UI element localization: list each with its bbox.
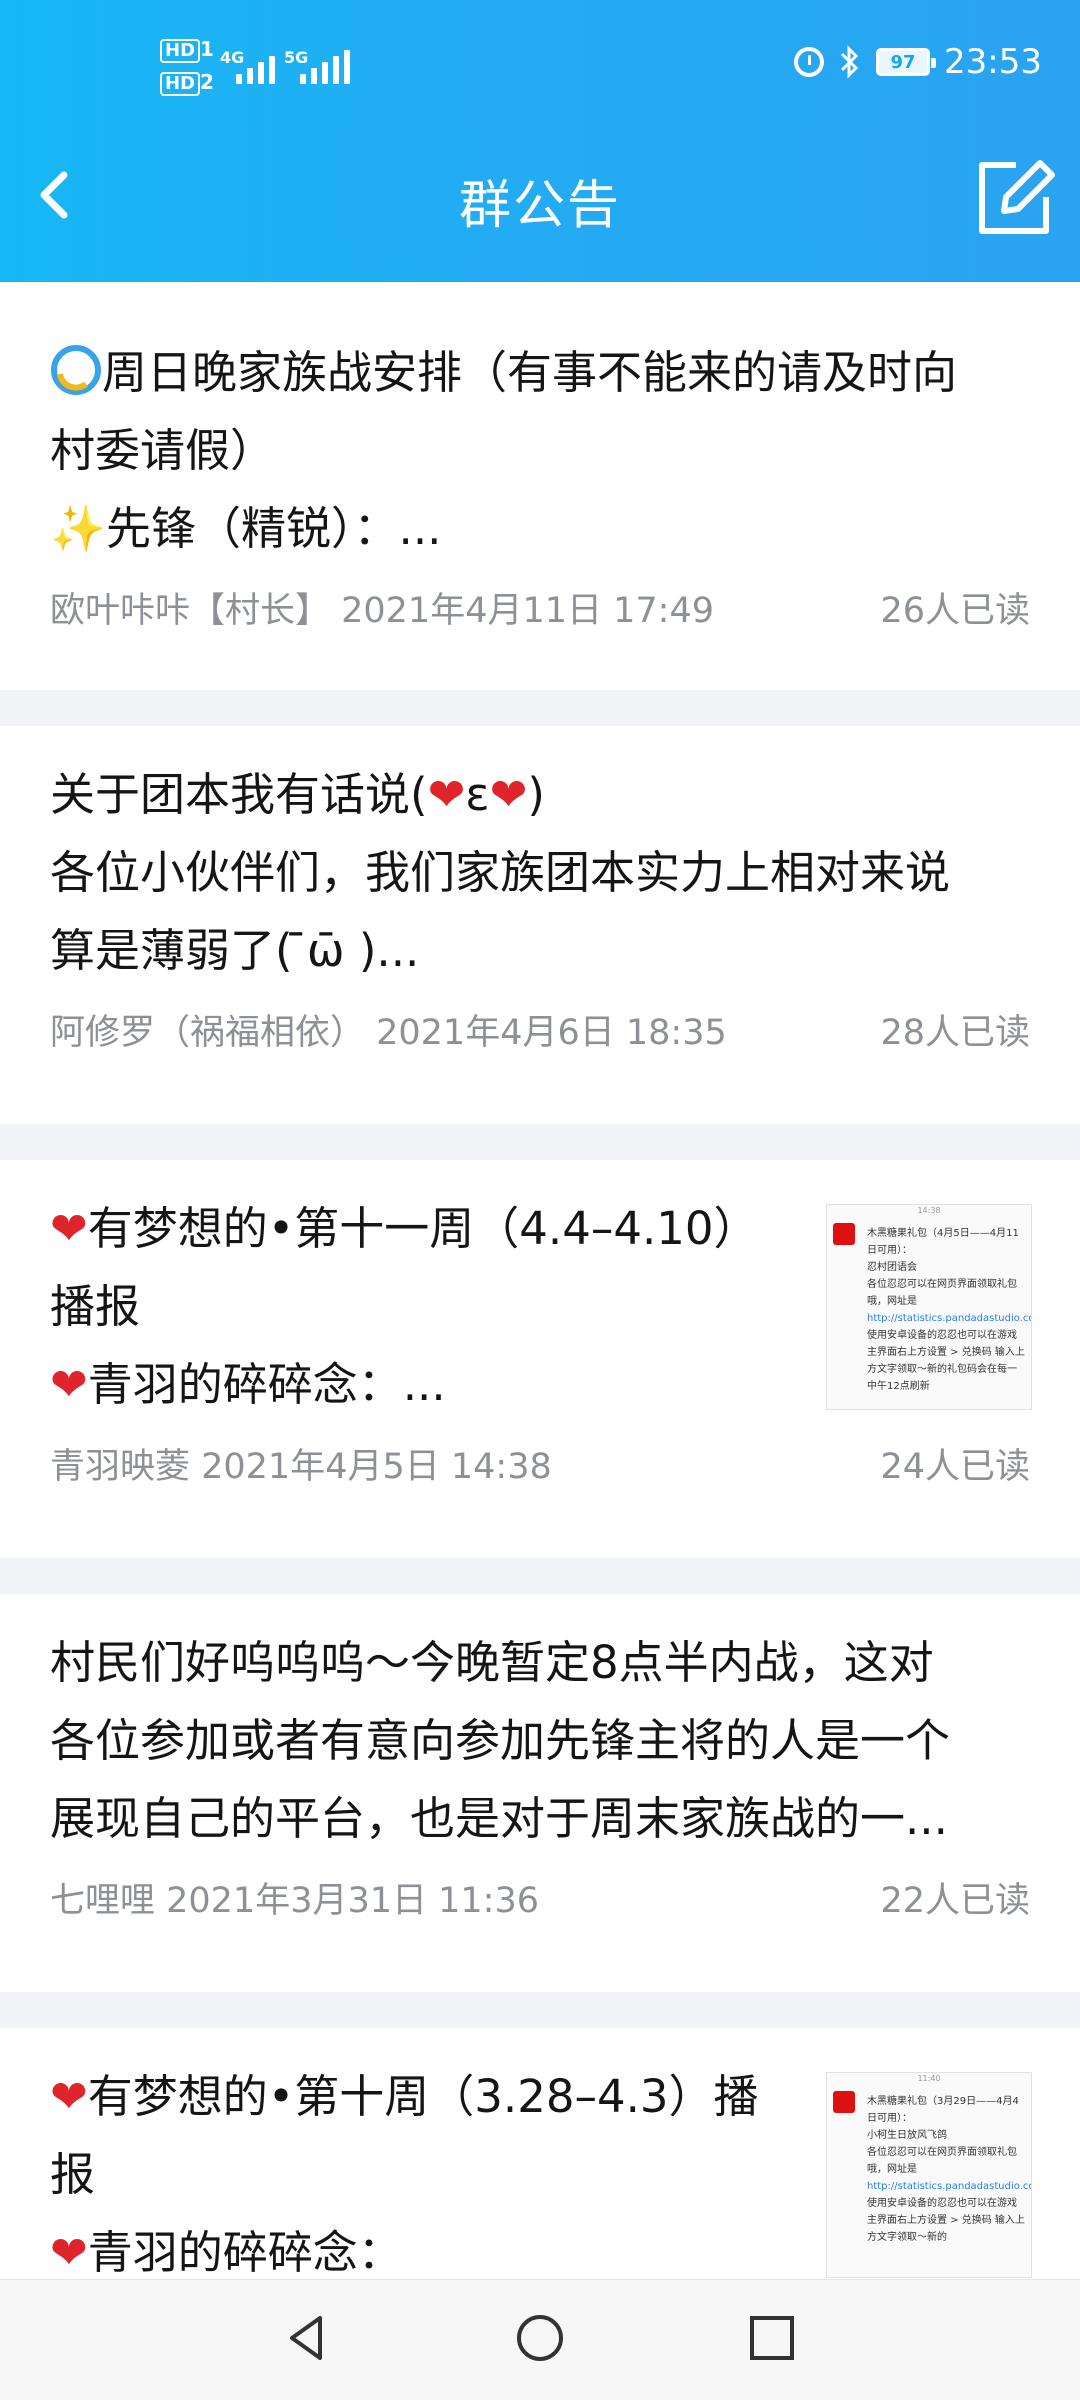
thumb-text: 木黑糖果礼包（4月5日——4月11日可用）： 忍村团语会 各位忍忍可以在网页界面… bbox=[867, 1225, 1031, 1395]
announcement-meta: 七哩哩 2021年3月31日 11:36 22人已读 bbox=[0, 1858, 1080, 1953]
heart-icon: ❤ bbox=[427, 768, 466, 821]
status-right: 97 23:53 bbox=[794, 42, 1042, 82]
alarm-icon bbox=[794, 47, 825, 77]
line-3: 青羽的碎碎念：... bbox=[87, 1358, 446, 1411]
sim-number-1: 1 bbox=[200, 37, 214, 61]
announcement-thumbnail[interactable]: 14:38 木黑糖果礼包（4月5日——4月11日可用）： 忍村团语会 各位忍忍可… bbox=[826, 1204, 1032, 1410]
edit-icon[interactable] bbox=[972, 155, 1058, 241]
announcement-text: ❤有梦想的•第十一周（4.4–4.10） 播报 ❤青羽的碎碎念：... bbox=[50, 1190, 810, 1424]
line-2: 各位小伙伴们，我们家族团本实力上相对来说 bbox=[50, 846, 951, 899]
author-date: 欧叶咔咔【村长】 2021年4月11日 17:49 bbox=[50, 591, 714, 631]
line-3: 青羽的碎碎念： bbox=[87, 2226, 403, 2279]
nav-bar: 群公告 bbox=[0, 135, 1080, 282]
announcement-list: 周日晚家族战安排（有事不能来的请及时向 村委请假） ✨先锋（精锐）：... 欧叶… bbox=[0, 282, 1080, 2324]
thumb-title: 木黑糖果礼包（3月29日——4月4日可用）： bbox=[867, 2096, 1019, 2124]
line-2: 村委请假） bbox=[50, 424, 276, 477]
announcement-card[interactable]: ❤有梦想的•第十周（3.28–4.3）播 报 ❤青羽的碎碎念： 11:40 木黑… bbox=[0, 2028, 1080, 2288]
signal-bars-2-icon bbox=[300, 50, 350, 84]
announcement-card[interactable]: 周日晚家族战安排（有事不能来的请及时向 村委请假） ✨先锋（精锐）：... 欧叶… bbox=[0, 282, 1080, 690]
thumb-avatar bbox=[833, 2091, 855, 2113]
page-title: 群公告 bbox=[458, 176, 621, 236]
thumb-subtitle: 忍村团语会 bbox=[867, 1262, 917, 1273]
thumb-avatar bbox=[833, 1223, 855, 1245]
thumb-text: 木黑糖果礼包（3月29日——4月4日可用）： 小柯生日放风飞鸽 各位忍忍可以在网… bbox=[867, 2093, 1031, 2246]
status-bar: HD 1 HD 2 4G 5G 97 23:53 bbox=[0, 0, 1080, 135]
line-3: 展现自己的平台，也是对于周末家族战的一... bbox=[50, 1792, 948, 1845]
author-date: 阿修罗（祸福相依） 2021年4月6日 18:35 bbox=[50, 1013, 727, 1053]
line-1: 关于团本我有话说( bbox=[50, 768, 428, 821]
read-count: 22人已读 bbox=[880, 1881, 1030, 1921]
thumb-link: http://statistics.pandadastudio.com/play… bbox=[867, 2181, 1032, 2192]
line-2: 报 bbox=[50, 2148, 96, 2201]
announcement-thumbnail[interactable]: 11:40 木黑糖果礼包（3月29日——4月4日可用）： 小柯生日放风飞鸽 各位… bbox=[826, 2072, 1032, 2278]
announcement-meta: 阿修罗（祸福相依） 2021年4月6日 18:35 28人已读 bbox=[0, 990, 1080, 1085]
sim-indicators: HD 1 HD 2 bbox=[160, 36, 214, 102]
line-1: 有梦想的•第十一周（4.4–4.10） bbox=[87, 1202, 759, 1255]
read-count: 24人已读 bbox=[880, 1447, 1030, 1487]
thumb-title: 木黑糖果礼包（4月5日——4月11日可用）： bbox=[867, 1228, 1019, 1256]
line-1-end: ) bbox=[527, 768, 545, 821]
line-1: 村民们好呜呜呜～今晚暂定8点半内战，这对 bbox=[50, 1636, 934, 1689]
announcement-text: 周日晚家族战安排（有事不能来的请及时向 村委请假） ✨先锋（精锐）：... bbox=[50, 334, 1030, 568]
heart-icon: ❤ bbox=[50, 2070, 88, 2123]
square-recents-icon[interactable] bbox=[742, 2308, 802, 2368]
heart-icon: ❤ bbox=[50, 1358, 88, 1411]
signal-bars-1-icon bbox=[236, 50, 275, 84]
sparkles-icon: ✨ bbox=[50, 502, 107, 555]
thumb-link: http://statistics.pandadastudio.com/play… bbox=[867, 1313, 1032, 1324]
line-3: 算是薄弱了( ̄ω̄ )... bbox=[50, 924, 420, 977]
announcement-text: 关于团本我有话说(❤ε❤) 各位小伙伴们，我们家族团本实力上相对来说 算是薄弱了… bbox=[50, 756, 1030, 990]
app-header: HD 1 HD 2 4G 5G 97 23:53 群公告 bbox=[0, 0, 1080, 282]
author-date: 青羽映菱 2021年4月5日 14:38 bbox=[50, 1447, 552, 1487]
line-3: 先锋（精锐）：... bbox=[106, 502, 442, 555]
line-2: 播报 bbox=[50, 1280, 141, 1333]
thumb-time: 11:40 bbox=[917, 2074, 941, 2083]
thumb-body-2: ，使用安卓设备的忍忍也可以在游戏主界面右上方设置 > 兑换码 输入上方文字领取～… bbox=[867, 1330, 1025, 1392]
line-2: 各位参加或者有意向参加先锋主将的人是一个 bbox=[50, 1714, 951, 1767]
bluetooth-icon bbox=[840, 45, 859, 79]
thumb-body: 各位忍忍可以在网页界面领取礼包哦，网址是 bbox=[867, 1279, 1017, 1307]
line-1: 周日晚家族战安排（有事不能来的请及时向 bbox=[102, 346, 958, 399]
circle-home-icon[interactable] bbox=[510, 2308, 570, 2368]
thumb-body: 各位忍忍可以在网页界面领取礼包哦，网址是 bbox=[867, 2147, 1017, 2175]
read-count: 26人已读 bbox=[880, 591, 1030, 631]
line-1-mid: ε bbox=[465, 768, 490, 821]
announcement-card[interactable]: 村民们好呜呜呜～今晚暂定8点半内战，这对 各位参加或者有意向参加先锋主将的人是一… bbox=[0, 1594, 1080, 1992]
clock: 23:53 bbox=[944, 42, 1042, 82]
announcement-meta: 青羽映菱 2021年4月5日 14:38 24人已读 bbox=[0, 1424, 1080, 1519]
hd-badge-2: HD bbox=[160, 72, 201, 96]
heart-icon: ❤ bbox=[489, 768, 528, 821]
hd-badge-1: HD bbox=[160, 39, 201, 63]
announcement-meta: 欧叶咔咔【村长】 2021年4月11日 17:49 26人已读 bbox=[0, 568, 1080, 663]
sim-number-2: 2 bbox=[200, 70, 214, 94]
author-date: 七哩哩 2021年3月31日 11:36 bbox=[50, 1881, 539, 1921]
system-nav-bar bbox=[0, 2279, 1080, 2400]
triangle-back-icon[interactable] bbox=[278, 2308, 338, 2368]
thumb-time: 14:38 bbox=[917, 1206, 941, 1215]
thumb-subtitle: 小柯生日放风飞鸽 bbox=[867, 2130, 947, 2141]
announcement-text: 村民们好呜呜呜～今晚暂定8点半内战，这对 各位参加或者有意向参加先锋主将的人是一… bbox=[50, 1624, 1030, 1858]
announcement-text: ❤有梦想的•第十周（3.28–4.3）播 报 ❤青羽的碎碎念： bbox=[50, 2058, 810, 2292]
read-count: 28人已读 bbox=[880, 1013, 1030, 1053]
battery-icon: 97 bbox=[876, 48, 937, 76]
line-1: 有梦想的•第十周（3.28–4.3）播 bbox=[87, 2070, 759, 2123]
announcement-card[interactable]: ❤有梦想的•第十一周（4.4–4.10） 播报 ❤青羽的碎碎念：... 14:3… bbox=[0, 1160, 1080, 1558]
cyclone-icon bbox=[51, 345, 101, 395]
heart-icon: ❤ bbox=[50, 1202, 88, 1255]
announcement-card[interactable]: 关于团本我有话说(❤ε❤) 各位小伙伴们，我们家族团本实力上相对来说 算是薄弱了… bbox=[0, 726, 1080, 1124]
heart-icon: ❤ bbox=[50, 2226, 88, 2279]
